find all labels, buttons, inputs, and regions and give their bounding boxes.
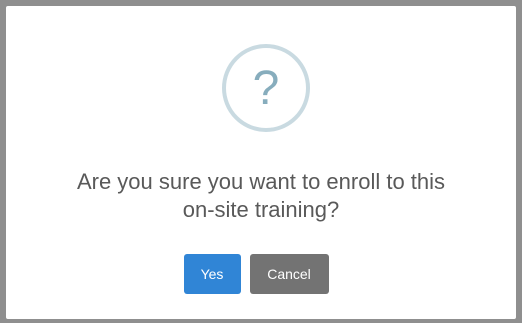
question-mark-glyph: ? bbox=[252, 62, 280, 115]
yes-button[interactable]: Yes bbox=[183, 254, 241, 294]
dialog-message-line-2: on-site training? bbox=[182, 197, 340, 222]
dialog-message: Are you sure you want to enroll to this … bbox=[26, 168, 496, 224]
dialog-message-line-1: Are you sure you want to enroll to this bbox=[76, 169, 446, 194]
modal-backdrop: ? Are you sure you want to enroll to thi… bbox=[0, 0, 522, 323]
question-icon: ? bbox=[222, 44, 310, 132]
cancel-button[interactable]: Cancel bbox=[249, 254, 329, 294]
dialog-actions: Yes Cancel bbox=[6, 254, 516, 294]
confirm-dialog: ? Are you sure you want to enroll to thi… bbox=[6, 6, 516, 319]
